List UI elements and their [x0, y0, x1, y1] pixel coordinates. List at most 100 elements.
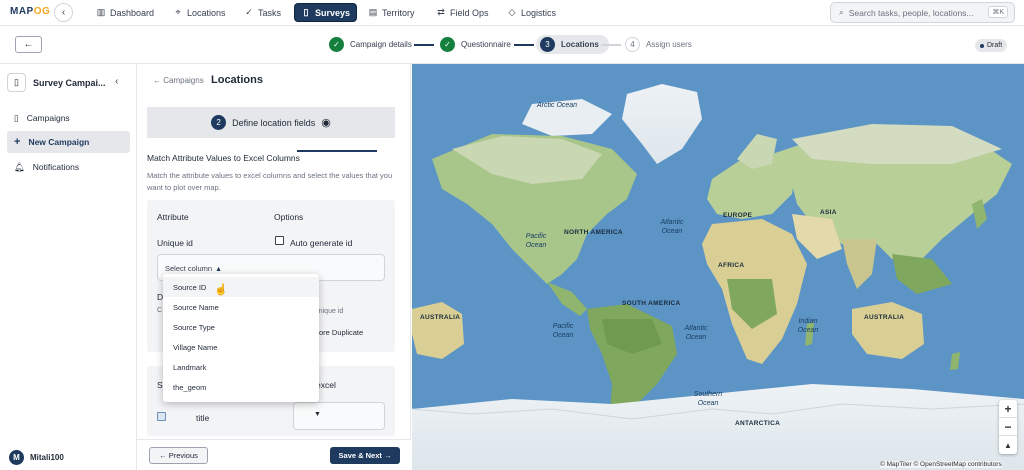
- nav-logistics[interactable]: ◇ Logistics: [501, 3, 562, 22]
- save-next-button[interactable]: Save & Next →: [330, 447, 400, 464]
- bell-icon: 🔔︎: [14, 161, 25, 172]
- map-attribution[interactable]: © MapTiler © OpenStreetMap contributors: [880, 461, 1002, 468]
- top-navbar: MAPOG ‹ ▥ Dashboard ⌖ Locations ✓ Tasks ▯ Su…: [0, 0, 1024, 26]
- ocean-label-atlantic-south: Atlantic Ocean: [684, 325, 708, 341]
- sidebar-header: ▯ Survey Campai...: [7, 73, 106, 92]
- search-input[interactable]: Search tasks, people, locations...: [849, 8, 974, 18]
- step-check-icon: ✓: [329, 37, 344, 52]
- sidebar-item-new-campaign[interactable]: + New Campaign: [7, 131, 130, 153]
- user-profile[interactable]: M Mitali100: [9, 450, 64, 465]
- caret-up-icon: ▲: [215, 266, 223, 273]
- step-number: 4: [625, 37, 640, 52]
- continent-label-australia-left: AUSTRALIA: [420, 314, 461, 321]
- ocean-label-pacific-north: Pacific Ocean: [525, 233, 547, 249]
- step-locations[interactable]: 3 Locations: [536, 35, 609, 54]
- ocean-label-indian: Indian Ocean: [797, 318, 819, 334]
- wizard-back-button[interactable]: ←: [15, 36, 42, 53]
- step-assign-users[interactable]: 4 Assign users: [625, 37, 692, 52]
- step-connector: [601, 44, 621, 46]
- auto-generate-checkbox[interactable]: [275, 236, 284, 245]
- sidebar-item-notifications[interactable]: 🔔︎ Notifications: [7, 156, 130, 178]
- sidebar-item-campaigns[interactable]: ▯ Campaigns: [7, 107, 130, 129]
- global-search[interactable]: ⌕ Search tasks, people, locations... ⌘K: [830, 2, 1015, 23]
- dropdown-option[interactable]: the_geom: [163, 377, 319, 397]
- column-dropdown-menu: Source ID Source Name Source Type Villag…: [163, 274, 319, 402]
- continent-label-antarctica: ANTARCTICA: [735, 420, 781, 427]
- page-title: Locations: [211, 74, 263, 86]
- continent-label-africa: AFRICA: [718, 262, 745, 269]
- search-shortcut-badge: ⌘K: [988, 6, 1008, 18]
- dropdown-option[interactable]: Landmark: [163, 357, 319, 377]
- dropdown-option[interactable]: Source Type: [163, 317, 319, 337]
- step-campaign-details[interactable]: ✓ Campaign details: [329, 37, 412, 52]
- previous-button[interactable]: ← Previous: [149, 447, 208, 464]
- clipboard-icon: ▯: [303, 7, 309, 17]
- world-map[interactable]: Arctic Ocean Pacific Ocean Atlantic Ocea…: [412, 64, 1024, 470]
- nav-back-button[interactable]: ‹: [54, 3, 73, 22]
- chart-icon: ▥: [96, 7, 106, 17]
- ocean-label-atlantic-north: Atlantic Ocean: [660, 219, 684, 235]
- australia-shape: [852, 302, 924, 359]
- form-footer: ← Previous Save & Next →: [137, 439, 411, 470]
- title-column-select[interactable]: ▼: [293, 402, 385, 430]
- dropdown-option[interactable]: Source Name: [163, 297, 319, 317]
- se-asia-shape: [892, 254, 952, 294]
- wizard-stepbar: ← ✓ Campaign details ✓ Questionnaire 3 L…: [0, 26, 1024, 64]
- eye-icon[interactable]: ◉: [321, 116, 331, 129]
- compass-button[interactable]: ▲: [999, 436, 1017, 454]
- chevron-left-icon: ‹: [115, 76, 119, 87]
- step-questionnaire[interactable]: ✓ Questionnaire: [440, 37, 511, 52]
- ocean-label-arctic: Arctic Ocean: [537, 102, 578, 109]
- ocean-label-southern: Southern Ocean: [693, 391, 723, 407]
- nz-shape: [950, 352, 960, 370]
- continent-label-north-america: NORTH AMERICA: [564, 229, 623, 236]
- search-icon: ⌕: [839, 7, 844, 17]
- dropdown-option[interactable]: Source ID: [163, 277, 319, 297]
- breadcrumb[interactable]: ← Campaigns: [153, 76, 204, 85]
- auto-generate-label: Auto generate id: [290, 238, 353, 248]
- nav-locations[interactable]: ⌖ Locations: [167, 3, 232, 22]
- focus-underline: [297, 150, 377, 152]
- avatar: M: [9, 450, 24, 465]
- map-icon: ▤: [368, 7, 378, 17]
- locations-panel: ← Campaigns Locations 2 Define location …: [137, 64, 411, 470]
- sidebar-title: Survey Campai...: [33, 77, 106, 88]
- step-connector: [514, 44, 534, 46]
- status-badge: Draft: [975, 39, 1008, 52]
- nav-field-ops[interactable]: ⇄ Field Ops: [430, 3, 495, 22]
- ocean-label-pacific-south: Pacific Ocean: [552, 323, 574, 339]
- zoom-in-button[interactable]: +: [999, 400, 1017, 418]
- nav-surveys[interactable]: ▯ Surveys: [294, 3, 358, 22]
- nav-dashboard[interactable]: ▥ Dashboard: [90, 3, 160, 22]
- check-icon: ✓: [245, 7, 253, 17]
- continent-label-south-america: SOUTH AMERICA: [622, 300, 681, 307]
- match-description: Match the attribute values to excel colu…: [147, 171, 393, 192]
- caret-down-icon: ▼: [314, 411, 321, 418]
- hand-cursor-icon: ☝: [214, 284, 228, 296]
- india-shape: [842, 239, 877, 289]
- zoom-out-button[interactable]: −: [999, 418, 1017, 436]
- clipboard-icon: ▯: [14, 112, 19, 123]
- partial-label-c: C: [157, 307, 163, 314]
- section-header: 2 Define location fields ◉: [147, 107, 395, 138]
- central-america-shape: [547, 282, 587, 316]
- column-header-attribute: Attribute: [157, 212, 189, 222]
- app-logo[interactable]: MAPOG: [10, 6, 50, 17]
- continent-label-australia-right: AUSTRALIA: [864, 314, 905, 321]
- user-name: Mitali100: [30, 453, 64, 462]
- section-number: 2: [211, 115, 227, 130]
- chevron-left-icon: ‹: [61, 7, 66, 18]
- sidebar: ▯ Survey Campai... ‹ ▯ Campaigns + New C…: [0, 64, 137, 470]
- title-checkbox[interactable]: [157, 412, 166, 421]
- clipboard-icon: ▯: [7, 73, 26, 92]
- box-icon: ◇: [508, 7, 516, 17]
- dropdown-option[interactable]: Village Name: [163, 337, 319, 357]
- step-number: 3: [540, 37, 555, 52]
- pin-icon: ⌖: [175, 7, 181, 17]
- nav-tasks[interactable]: ✓ Tasks: [238, 3, 287, 22]
- collapse-sidebar-button[interactable]: ‹: [115, 76, 118, 87]
- nav-territory[interactable]: ▤ Territory: [362, 3, 421, 22]
- continent-label-europe: EUROPE: [723, 212, 753, 219]
- step-connector: [414, 44, 434, 46]
- partial-duplicate-text: ore Duplicate: [319, 328, 364, 337]
